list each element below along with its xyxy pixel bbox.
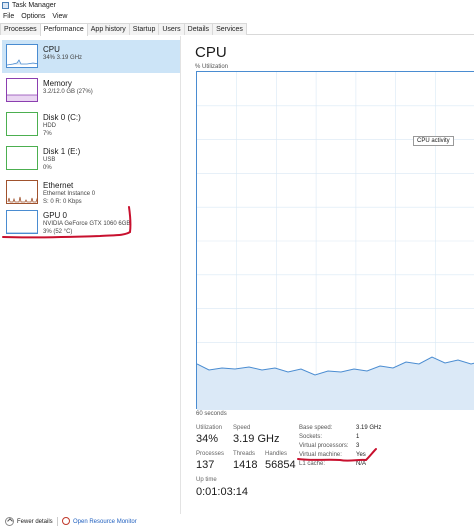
l1-cache-label: L1 cache: [299, 461, 326, 467]
menu-file[interactable]: File [3, 11, 14, 23]
cpu-graph-svg [197, 72, 474, 410]
speed-label: Speed [233, 425, 251, 431]
sidebar-item-ethernet[interactable]: Ethernet Ethernet Instance 0 S: 0 R: 0 K… [2, 176, 180, 209]
fewer-details-link[interactable]: Fewer details [17, 515, 53, 529]
processes-value: 137 [196, 459, 215, 471]
sidebar-item-detail: USB [43, 157, 56, 163]
sidebar-item-label: Disk 1 (E:) [43, 147, 81, 156]
cpu-thumbnail-graph [6, 44, 38, 68]
menu-options[interactable]: Options [21, 11, 45, 23]
chevron-up-icon[interactable] [5, 517, 14, 526]
sidebar-item-gpu-0[interactable]: GPU 0 NVIDIA GeForce GTX 1060 6GB 3% (52… [2, 206, 180, 239]
base-speed-value: 3.19 GHz [356, 425, 382, 431]
uptime-label: Up time [196, 477, 217, 483]
sockets-value: 1 [356, 434, 360, 440]
ethernet-thumbnail-graph [6, 180, 38, 204]
virtual-processors-label: Virtual processors: [299, 443, 349, 449]
page-title: CPU [195, 44, 227, 61]
speed-value: 3.19 GHz [233, 433, 280, 445]
tab-performance[interactable]: Performance [39, 23, 88, 36]
virtual-machine-label: Virtual machine: [299, 452, 342, 458]
gpu-thumbnail-graph [6, 210, 38, 234]
sidebar-item-cpu[interactable]: CPU 34% 3.19 GHz [2, 40, 180, 73]
tab-app-history[interactable]: App history [86, 23, 130, 35]
sidebar-item-detail: 3.2/12.0 GB (27%) [43, 89, 93, 95]
base-speed-label: Base speed: [299, 425, 333, 431]
virtual-processors-value: 3 [356, 443, 360, 449]
disk-1-thumbnail-graph [6, 146, 38, 170]
sidebar-item-label: Disk 0 (C:) [43, 113, 81, 122]
utilization-label: Utilization [196, 425, 223, 431]
sidebar-item-label: CPU [43, 45, 60, 54]
sidebar-item-value: 3% (52 °C) [43, 229, 73, 235]
tab-services[interactable]: Services [212, 23, 247, 35]
sidebar-item-detail: HDD [43, 123, 56, 129]
disk-0-thumbnail-graph [6, 112, 38, 136]
memory-thumbnail-graph [6, 78, 38, 102]
performance-sidebar: CPU 34% 3.19 GHz Memory 3.2/12.0 GB (27%… [0, 36, 181, 514]
utilization-value: 34% [196, 433, 219, 445]
cpu-activity-tooltip: CPU activity [413, 136, 454, 146]
virtual-machine-value: Yes [356, 452, 366, 458]
sidebar-item-disk-1[interactable]: Disk 1 (E:) USB 0% [2, 142, 180, 175]
handles-value: 56854 [265, 459, 296, 471]
title-bar: Task Manager [0, 0, 474, 11]
sidebar-item-detail: Ethernet Instance 0 [43, 191, 96, 197]
footer-bar: Fewer details Open Resource Monitor [0, 514, 474, 531]
open-resource-monitor-link[interactable]: Open Resource Monitor [73, 515, 137, 529]
task-manager-icon [2, 2, 9, 9]
tab-processes[interactable]: Processes [0, 23, 41, 35]
tab-startup[interactable]: Startup [128, 23, 160, 35]
sidebar-item-label: GPU 0 [43, 211, 68, 220]
handles-label: Handles [265, 451, 288, 457]
window-title: Task Manager [12, 2, 56, 9]
utilization-axis-label: % Utilization [195, 64, 229, 70]
tab-details[interactable]: Details [183, 23, 214, 35]
cpu-utilization-graph [196, 71, 474, 410]
sidebar-item-detail: NVIDIA GeForce GTX 1060 6GB [43, 221, 131, 227]
footer-divider [57, 517, 58, 526]
threads-value: 1418 [233, 459, 258, 471]
processes-label: Processes [196, 451, 225, 457]
menu-bar: File Options View [0, 11, 474, 23]
sidebar-item-value: S: 0 R: 0 Kbps [43, 199, 82, 205]
sidebar-item-memory[interactable]: Memory 3.2/12.0 GB (27%) [2, 74, 180, 107]
sidebar-item-value: 7% [43, 131, 52, 137]
sidebar-item-disk-0[interactable]: Disk 0 (C:) HDD 7% [2, 108, 180, 141]
tab-bar: Processes Performance App history Startu… [0, 23, 474, 36]
threads-label: Threads [233, 451, 256, 457]
uptime-value: 0:01:03:14 [196, 486, 248, 498]
sockets-label: Sockets: [299, 434, 323, 440]
sidebar-item-detail: 34% 3.19 GHz [43, 55, 83, 61]
menu-view[interactable]: View [52, 11, 67, 23]
sidebar-item-label: Ethernet [43, 181, 74, 190]
sidebar-item-label: Memory [43, 79, 72, 88]
time-axis-label: 60 seconds [196, 411, 227, 417]
sidebar-item-value: 0% [43, 165, 52, 171]
resource-monitor-icon [62, 517, 70, 525]
l1-cache-value: N/A [356, 461, 367, 467]
tab-users[interactable]: Users [158, 23, 185, 35]
